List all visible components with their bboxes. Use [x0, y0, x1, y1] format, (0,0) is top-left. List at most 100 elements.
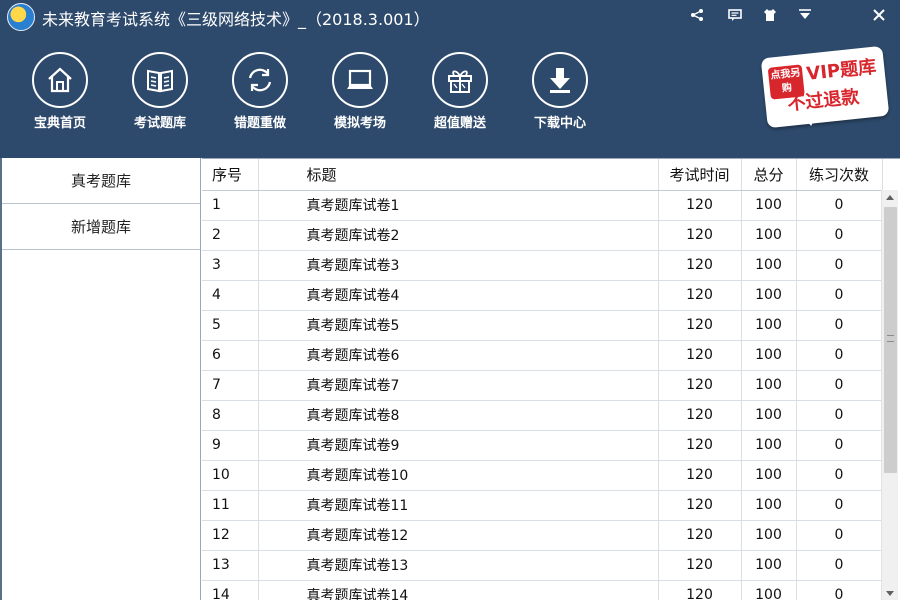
cell-score: 100	[741, 460, 797, 491]
cell-time: 120	[658, 490, 742, 521]
cell-score: 100	[741, 490, 797, 521]
cell-time: 120	[658, 400, 742, 431]
sidebar: 真考题库 新增题库	[0, 158, 201, 600]
paper-list: 序号 标题 考试时间 总分 练习次数 1 真考题库试卷1 120 100 0 2 真考题库…	[202, 158, 900, 600]
col-header-score[interactable]: 总分	[741, 159, 797, 191]
nav-gift[interactable]: 超值赠送	[420, 52, 500, 132]
cell-score: 100	[741, 340, 797, 371]
vertical-scrollbar[interactable]	[881, 190, 898, 600]
cell-index: 2	[202, 220, 259, 251]
cell-time: 120	[658, 580, 742, 600]
scroll-up-arrow-icon[interactable]	[886, 195, 894, 200]
refresh-icon	[232, 52, 288, 108]
cell-index: 6	[202, 340, 259, 371]
cell-time: 120	[658, 370, 742, 401]
cell-title: 真考题库试卷6	[258, 340, 659, 371]
table-row[interactable]: 2 真考题库试卷2 120 100 0	[202, 220, 883, 251]
window-title: 未来教育考试系统《三级网络技术》_（2018.3.001）	[42, 10, 430, 29]
download-icon	[532, 52, 588, 108]
cell-title: 真考题库试卷13	[258, 550, 659, 581]
cell-count: 0	[796, 280, 883, 311]
cell-title: 真考题库试卷8	[258, 400, 659, 431]
cell-count: 0	[796, 190, 883, 221]
cell-index: 12	[202, 520, 259, 551]
skin-icon[interactable]	[759, 4, 781, 26]
cell-score: 100	[741, 520, 797, 551]
nav-question-bank-label: 考试题库	[133, 116, 186, 131]
cell-index: 14	[202, 580, 259, 600]
nav-mock-exam-label: 模拟考场	[333, 116, 386, 131]
cell-score: 100	[741, 550, 797, 581]
table-row[interactable]: 6 真考题库试卷6 120 100 0	[202, 340, 883, 371]
table-row[interactable]: 14 真考题库试卷14 120 100 0	[202, 580, 883, 600]
cell-title: 真考题库试卷7	[258, 370, 659, 401]
table-row[interactable]: 10 真考题库试卷10 120 100 0	[202, 460, 883, 491]
cell-index: 8	[202, 400, 259, 431]
nav-wrong-redo[interactable]: 错题重做	[220, 52, 300, 132]
close-icon[interactable]	[868, 4, 890, 26]
laptop-icon	[332, 52, 388, 108]
cell-count: 0	[796, 250, 883, 281]
cell-score: 100	[741, 190, 797, 221]
cell-time: 120	[658, 460, 742, 491]
cell-count: 0	[796, 430, 883, 461]
paper-table: 序号 标题 考试时间 总分 练习次数 1 真考题库试卷1 120 100 0 2 真考题库…	[202, 159, 883, 600]
cell-index: 4	[202, 280, 259, 311]
cell-score: 100	[741, 370, 797, 401]
cell-index: 13	[202, 550, 259, 581]
cell-count: 0	[796, 460, 883, 491]
table-row[interactable]: 3 真考题库试卷3 120 100 0	[202, 250, 883, 281]
cell-title: 真考题库试卷1	[258, 190, 659, 221]
nav-gift-label: 超值赠送	[433, 116, 486, 131]
table-row[interactable]: 13 真考题库试卷13 120 100 0	[202, 550, 883, 581]
cell-index: 7	[202, 370, 259, 401]
table-row[interactable]: 12 真考题库试卷12 120 100 0	[202, 520, 883, 551]
message-icon[interactable]	[724, 4, 746, 26]
cell-time: 120	[658, 340, 742, 371]
table-row[interactable]: 9 真考题库试卷9 120 100 0	[202, 430, 883, 461]
cell-time: 120	[658, 250, 742, 281]
sidebar-item-real-bank[interactable]: 真考题库	[2, 158, 200, 204]
vip-promo-badge[interactable]: 点我另购 VIP题库 不过退款	[760, 45, 890, 132]
table-row[interactable]: 5 真考题库试卷5 120 100 0	[202, 310, 883, 341]
cell-title: 真考题库试卷2	[258, 220, 659, 251]
app-header: 未来教育考试系统《三级网络技术》_（2018.3.001） 宝典首页 考试题库 …	[0, 0, 900, 158]
scroll-thumb[interactable]	[884, 207, 897, 473]
home-icon	[32, 52, 88, 108]
cell-index: 5	[202, 310, 259, 341]
cell-score: 100	[741, 400, 797, 431]
vip-tail	[798, 110, 822, 128]
share-icon[interactable]	[686, 4, 708, 26]
table-row[interactable]: 4 真考题库试卷4 120 100 0	[202, 280, 883, 311]
cell-time: 120	[658, 520, 742, 551]
cell-index: 10	[202, 460, 259, 491]
table-row[interactable]: 8 真考题库试卷8 120 100 0	[202, 400, 883, 431]
cell-title: 真考题库试卷12	[258, 520, 659, 551]
col-header-title[interactable]: 标题	[258, 159, 659, 191]
col-header-count[interactable]: 练习次数	[796, 159, 883, 191]
cell-time: 120	[658, 280, 742, 311]
table-row[interactable]: 7 真考题库试卷7 120 100 0	[202, 370, 883, 401]
sidebar-item-new-bank[interactable]: 新增题库	[2, 204, 200, 250]
cell-index: 9	[202, 430, 259, 461]
scroll-down-arrow-icon[interactable]	[886, 591, 894, 596]
nav-mock-exam[interactable]: 模拟考场	[320, 52, 400, 132]
nav-download[interactable]: 下载中心	[520, 52, 600, 132]
cell-count: 0	[796, 550, 883, 581]
cell-count: 0	[796, 340, 883, 371]
table-row[interactable]: 11 真考题库试卷11 120 100 0	[202, 490, 883, 521]
nav-home-label: 宝典首页	[33, 116, 86, 131]
col-header-index[interactable]: 序号	[202, 159, 259, 191]
col-header-time[interactable]: 考试时间	[658, 159, 742, 191]
nav-download-label: 下载中心	[533, 116, 586, 131]
cell-score: 100	[741, 580, 797, 600]
book-icon	[132, 52, 188, 108]
table-row[interactable]: 1 真考题库试卷1 120 100 0	[202, 190, 883, 221]
cell-title: 真考题库试卷5	[258, 310, 659, 341]
vip-main-label: VIP题库	[805, 56, 878, 85]
dropdown-icon[interactable]	[794, 4, 816, 26]
cell-index: 11	[202, 490, 259, 521]
cell-score: 100	[741, 310, 797, 341]
nav-home[interactable]: 宝典首页	[20, 52, 100, 132]
nav-question-bank[interactable]: 考试题库	[120, 52, 200, 132]
